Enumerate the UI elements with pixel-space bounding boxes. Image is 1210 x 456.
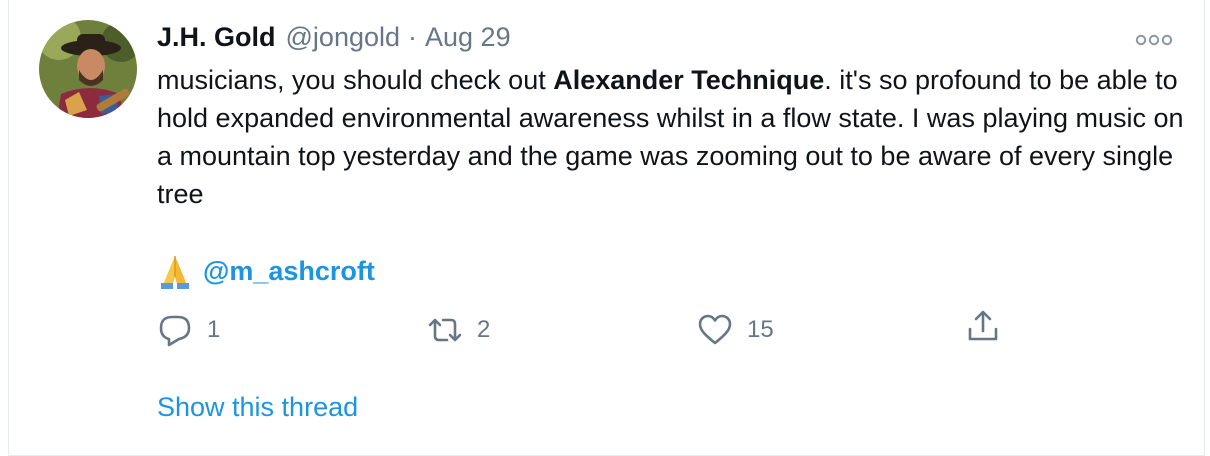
reply-icon (159, 315, 191, 347)
retweet-button[interactable]: 2 (427, 312, 697, 348)
retweet-icon (428, 318, 462, 342)
like-count: 15 (747, 316, 774, 343)
heart-icon (698, 314, 732, 345)
share-icon (968, 310, 998, 341)
action-bar: 1 2 15 (157, 308, 998, 352)
reply-button[interactable]: 1 (157, 312, 427, 348)
like-button[interactable]: 15 (697, 312, 967, 348)
separator-dot: · (408, 22, 418, 52)
mention-line: @m_ashcroft (157, 251, 375, 291)
tweet-text: musicians, you should check out Alexande… (157, 61, 1187, 213)
avatar-photo (39, 20, 137, 118)
retweet-count: 2 (477, 316, 491, 343)
avatar[interactable] (39, 20, 137, 118)
tweet-header: J.H. Gold @jongold · Aug 29 (157, 22, 511, 58)
show-thread-link[interactable]: Show this thread (157, 392, 358, 423)
tweet-text-start: musicians, you should check out (157, 65, 554, 95)
reply-count: 1 (207, 316, 221, 343)
more-icon[interactable] (1132, 30, 1176, 50)
tweet-card[interactable]: J.H. Gold @jongold · Aug 29 musicians, y… (8, 0, 1205, 456)
tweet-date[interactable]: Aug 29 (425, 22, 511, 53)
folded-hands-emoji (161, 256, 189, 289)
author-handle[interactable]: @jongold (286, 22, 401, 53)
tweet-text-bold: Alexander Technique (553, 65, 825, 95)
author-name[interactable]: J.H. Gold (157, 22, 276, 53)
share-button[interactable] (965, 308, 1001, 349)
mention-link[interactable]: @m_ashcroft (203, 256, 375, 287)
